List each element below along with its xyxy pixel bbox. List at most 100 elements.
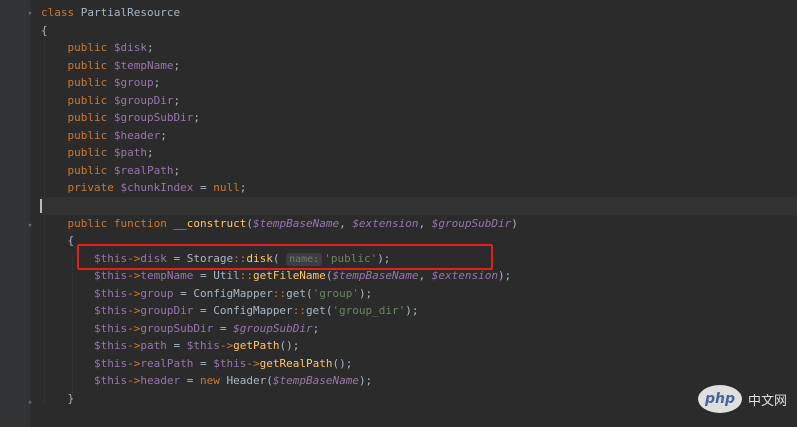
code-token: public	[67, 146, 108, 160]
editor-gutter	[0, 0, 30, 427]
code-token: public	[67, 41, 108, 55]
code-token: $this	[93, 339, 128, 353]
code-line[interactable]: }	[41, 390, 797, 408]
code-token: ->	[127, 269, 141, 283]
code-token: $chunkIndex	[120, 181, 194, 195]
code-token: getRealPath	[259, 356, 333, 370]
code-token: ();	[332, 356, 353, 370]
code-token: = ConfigMapper	[173, 286, 273, 300]
code-token: ->	[246, 356, 260, 370]
code-token: group	[140, 286, 174, 300]
code-token: $extension	[431, 269, 499, 283]
code-token: ,	[418, 216, 432, 230]
code-token: $header	[113, 128, 161, 142]
code-token: ->	[219, 339, 234, 353]
code-token: getPath	[233, 339, 280, 353]
code-line[interactable]: public $realPath;	[41, 162, 797, 180]
code-token: 'group'	[312, 286, 359, 300]
code-line[interactable]: $this->groupSubDir = $groupSubDir;	[41, 320, 797, 338]
watermark: php 中文网	[697, 385, 787, 413]
code-token: groupDir	[140, 304, 194, 318]
code-line[interactable]: public $group;	[41, 74, 797, 92]
code-token: path	[140, 339, 167, 353]
code-token: (	[305, 286, 313, 300]
code-token: $this	[93, 374, 128, 388]
code-token: );	[358, 374, 373, 388]
code-token: =	[166, 339, 187, 353]
code-line[interactable]: public $groupSubDir;	[41, 109, 797, 127]
code-token: }	[41, 392, 75, 406]
code-token: ;	[147, 41, 154, 55]
code-token: public	[67, 216, 108, 230]
code-line[interactable]: class PartialResource	[41, 4, 797, 22]
code-token: $disk	[113, 41, 147, 55]
code-token: ;	[160, 128, 167, 142]
code-token: ->	[127, 374, 141, 388]
code-token: )	[511, 216, 518, 230]
code-line[interactable]	[41, 408, 797, 426]
fold-method-end-icon[interactable]: ▴	[26, 398, 34, 407]
code-line[interactable]: $this->realPath = $this->getRealPath();	[41, 355, 797, 373]
code-token: $path	[113, 146, 147, 160]
code-token: ;	[173, 58, 181, 72]
code-token: header	[140, 374, 181, 388]
code-token: function	[113, 216, 167, 230]
code-line[interactable]: public $tempName;	[41, 57, 797, 75]
code-token: );	[358, 286, 373, 300]
code-token: $tempName	[113, 58, 174, 72]
code-token: ;	[173, 93, 181, 107]
code-token: ;	[153, 76, 161, 90]
code-token: ;	[312, 321, 320, 335]
code-token: ->	[127, 286, 141, 300]
code-token: =	[213, 321, 234, 335]
code-token: ->	[127, 339, 141, 353]
code-editor[interactable]: class PartialResource{ public $disk; pub…	[41, 4, 797, 425]
code-token: public	[67, 111, 108, 125]
code-token: public	[67, 128, 108, 142]
code-line[interactable]: {	[41, 22, 797, 40]
code-token: =	[193, 181, 214, 195]
code-token: $this	[186, 339, 220, 353]
watermark-text: 中文网	[747, 393, 787, 409]
fold-class-icon[interactable]: ▾	[26, 10, 34, 19]
code-line[interactable]: $this->group = ConfigMapper::get('group'…	[41, 285, 797, 303]
code-line[interactable]: public $header;	[41, 127, 797, 145]
code-token: = Util	[193, 269, 240, 283]
code-line[interactable]: $this->header = new Header($tempBaseName…	[41, 372, 797, 390]
code-line[interactable]: $this->groupDir = ConfigMapper::get('gro…	[41, 302, 797, 320]
code-token: ->	[127, 321, 141, 335]
code-token: );	[405, 304, 419, 318]
code-line[interactable]: public $path;	[41, 144, 797, 162]
code-line[interactable]: $this->path = $this->getPath();	[41, 337, 797, 355]
code-line[interactable]: private $chunkIndex = null;	[41, 179, 797, 197]
code-token: =	[180, 374, 200, 388]
code-line[interactable]: public $groupDir;	[41, 92, 797, 110]
code-line[interactable]: public $disk;	[41, 39, 797, 57]
code-token: $this	[93, 269, 128, 283]
code-token: $this	[93, 321, 128, 335]
code-token: $extension	[352, 216, 419, 230]
code-token: ;	[239, 181, 247, 195]
fold-method-icon[interactable]: ▾	[26, 222, 34, 231]
code-token: public	[67, 76, 108, 90]
code-line[interactable]: public function __construct($tempBaseNam…	[41, 215, 797, 233]
code-token: $tempBaseName	[252, 216, 340, 230]
code-token: ();	[279, 339, 300, 353]
code-line[interactable]	[41, 197, 797, 215]
